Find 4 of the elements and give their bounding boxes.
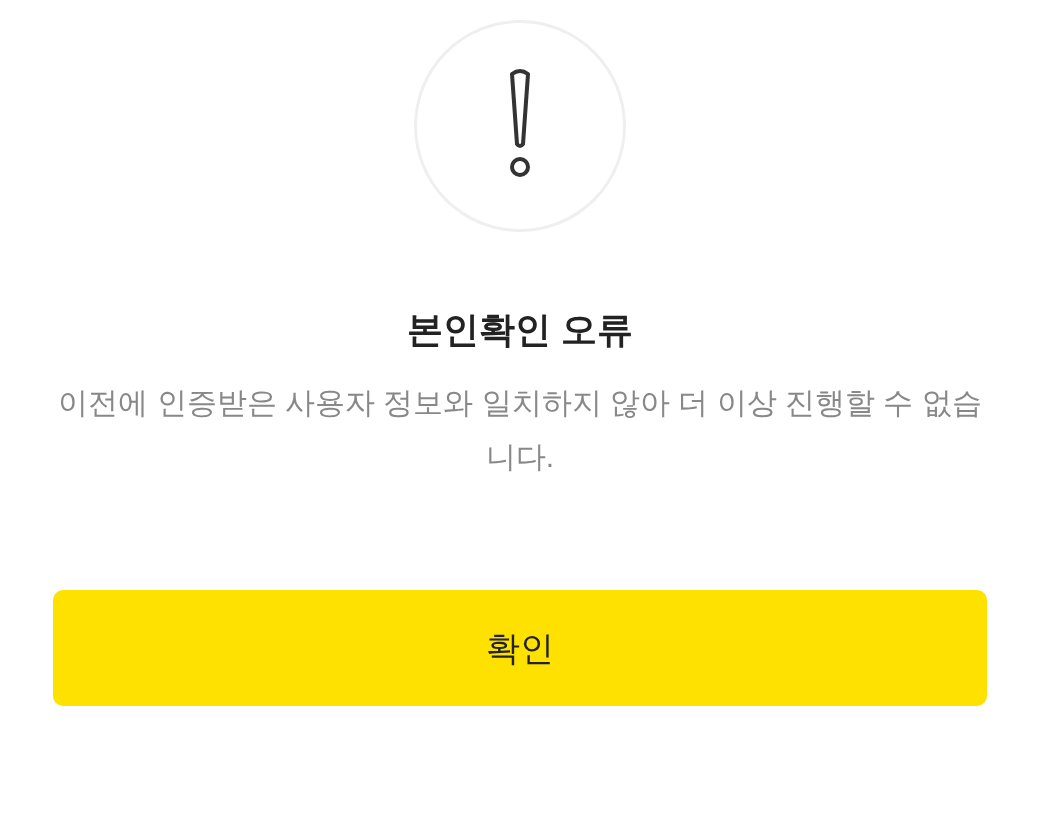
confirm-button[interactable]: 확인 <box>53 590 987 706</box>
dialog-message: 이전에 인증받은 사용자 정보와 일치하지 않아 더 이상 진행할 수 없습니다. <box>57 385 983 475</box>
warning-icon <box>414 20 626 232</box>
dialog-title: 본인확인 오류 <box>407 308 633 352</box>
